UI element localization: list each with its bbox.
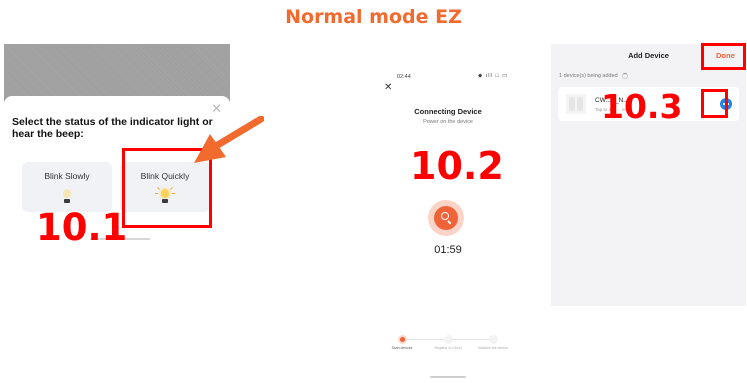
close-icon[interactable]: ✕	[211, 102, 222, 115]
done-highlight-box	[701, 43, 746, 70]
plus-highlight-box	[701, 89, 728, 118]
home-indicator	[430, 376, 466, 378]
close-icon[interactable]: ✕	[384, 83, 392, 93]
countdown-timer: 01:59	[434, 244, 462, 256]
bulb-icon	[61, 189, 73, 205]
step-label-register: Register to Cloud	[434, 346, 462, 350]
step-dot-scan	[398, 335, 407, 344]
step-10-3-label: 10.3	[601, 87, 683, 126]
page-title: Normal mode EZ	[285, 6, 462, 28]
status-bar-icons: ◆ ıll □ ▭	[478, 73, 509, 79]
dimmed-background	[4, 44, 230, 102]
devices-being-added-text: 1 device(s) being added	[559, 73, 618, 79]
status-bar-time: 02:44	[397, 74, 411, 80]
blink-slowly-option[interactable]: Blink Slowly	[22, 162, 112, 212]
step-label-initialize: Initialize the device	[478, 346, 508, 350]
add-device-screen: Add Device Done 1 device(s) being added …	[551, 44, 746, 306]
step-dot-initialize	[489, 335, 498, 344]
step-10-2-label: 10.2	[410, 144, 504, 188]
device-image	[566, 94, 586, 114]
pointer-arrow-icon	[194, 116, 264, 163]
loading-spinner-icon	[622, 73, 628, 79]
step-label-scan: Scan devices	[391, 346, 413, 350]
search-icon	[428, 200, 464, 236]
blink-slowly-label: Blink Slowly	[44, 171, 90, 181]
step-dot-register	[444, 335, 453, 344]
connecting-title: Connecting Device	[414, 107, 482, 116]
step-10-1-label: 10.1	[36, 206, 128, 249]
connecting-device-screen: 02:44 ◆ ıll □ ▭ ✕ Connecting Device Powe…	[383, 72, 513, 382]
connecting-subtitle: Power on the device	[423, 119, 473, 125]
